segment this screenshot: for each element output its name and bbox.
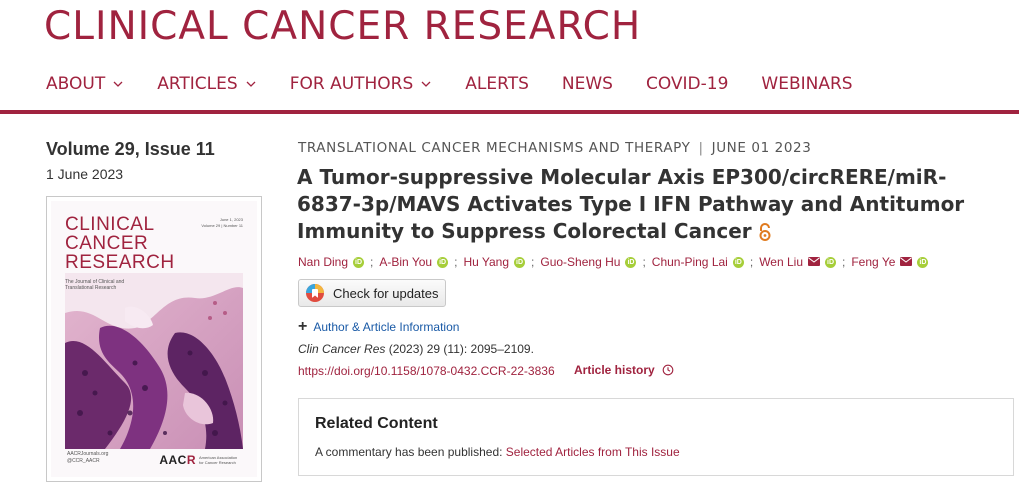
related-content-title: Related Content [315,415,438,432]
article-history-label: Article history [574,363,655,377]
issue-volume[interactable]: Volume 29, Issue 11 [46,139,215,160]
nav-item-covid-19[interactable]: COVID-19 [646,74,728,94]
cover-title: CLINICAL CANCER RESEARCH [65,215,175,272]
author-link[interactable]: Feng Ye iD [851,255,929,269]
history-clock-icon [662,364,674,376]
nav-item-label: ABOUT [46,74,106,94]
author-name: Chun-Ping Lai [651,255,728,269]
nav-item-label: FOR AUTHORS [289,74,414,94]
nav-item-label: ARTICLES [157,74,238,94]
check-for-updates-button[interactable]: Check for updates [298,279,446,307]
cover-footer-handle: @CCR_AACR [67,458,100,464]
nav-item-webinars[interactable]: WEBINARS [761,74,852,94]
nav-item-news[interactable]: NEWS [562,74,613,94]
author-name: A-Bin You [379,255,433,269]
header-divider [0,110,1019,114]
plus-icon: + [298,318,308,335]
cover-footer-url: AACRJournals.org [67,451,109,457]
orcid-icon[interactable]: iD [353,256,365,268]
cover-meta: June 1, 2023 Volume 29 | Number 11 [201,217,243,229]
orcid-icon[interactable]: iD [825,256,836,268]
article-section-line: TRANSLATIONAL CANCER MECHANISMS AND THER… [298,140,811,156]
cover-histology-image [65,273,243,449]
article-pub-date: JUNE 01 2023 [711,140,812,156]
nav-item-alerts[interactable]: ALERTS [465,74,529,94]
nav-item-label: ALERTS [465,74,529,94]
article-section[interactable]: TRANSLATIONAL CANCER MECHANISMS AND THER… [298,140,690,156]
article-history-button[interactable]: Article history [574,363,674,377]
author-link[interactable]: Hu Yang iD [463,255,526,269]
section-separator: | [698,140,704,156]
nav-item-articles[interactable]: ARTICLES [157,74,256,94]
author-name: Hu Yang [463,255,510,269]
cover-title-line: CANCER [65,233,149,254]
issue-cover-image[interactable]: CLINICAL CANCER RESEARCH June 1, 2023 Vo… [46,196,262,482]
related-content-text: A commentary has been published: Selecte… [315,445,680,459]
aacr-logo-mark: AACR [159,453,196,467]
author-separator: ; [749,255,754,269]
author-separator: ; [642,255,646,269]
cover-footer: AACRJournals.org @CCR_AACR [67,451,108,465]
related-content-box: Related Content A commentary has been pu… [298,398,1014,476]
aacr-logo-org: American Association for Cancer Research [199,455,238,465]
author-article-info-toggle[interactable]: + Author & Article Information [298,318,460,335]
article-title-text: A Tumor-suppressive Molecular Axis EP300… [297,165,965,243]
author-article-info-label: Author & Article Information [313,320,460,334]
related-content-link[interactable]: Selected Articles from This Issue [506,445,680,459]
author-separator: ; [531,255,535,269]
author-link[interactable]: A-Bin You iD [379,255,449,269]
check-for-updates-label: Check for updates [333,285,439,301]
author-name: Guo-Sheng Hu [540,255,621,269]
author-name: Wen Liu [759,255,803,269]
author-separator: ; [842,255,846,269]
nav-item-about[interactable]: ABOUT [46,74,124,94]
author-separator: ; [370,255,374,269]
chevron-down-icon [112,78,124,90]
main-nav: ABOUT ARTICLES FOR AUTHORS ALERTS NEWS COVID-… [46,74,886,94]
nav-item-label: COVID-19 [645,74,729,94]
cover-title-line: CLINICAL [65,214,155,235]
cover-inner: CLINICAL CANCER RESEARCH June 1, 2023 Vo… [51,201,257,477]
cover-subtitle: The Journal of Clinical and Translationa… [65,279,125,291]
author-name: Nan Ding [298,255,349,269]
journal-title[interactable]: CLINICAL CANCER RESEARCH [44,4,641,49]
citation-details: (2023) 29 (11): 2095–2109. [385,342,534,356]
orcid-icon[interactable]: iD [514,256,526,268]
cover-title-line: RESEARCH [65,252,175,273]
nav-item-for-authors[interactable]: FOR AUTHORS [290,74,433,94]
author-link[interactable]: Nan Ding iD [298,255,365,269]
citation: Clin Cancer Res (2023) 29 (11): 2095–210… [298,342,534,356]
envelope-icon[interactable] [900,255,913,269]
author-link[interactable]: Wen Liu iD [759,255,836,269]
author-name: Feng Ye [851,255,896,269]
nav-item-label: NEWS [561,74,613,94]
open-lock-icon [758,221,772,248]
author-list: Nan Ding iD; A-Bin You iD; Hu Yang iD; Guo-She… [298,255,929,269]
chevron-down-icon [420,78,432,90]
issue-date: 1 June 2023 [46,166,124,182]
orcid-icon[interactable]: iD [437,256,449,268]
crossmark-icon [306,284,324,302]
orcid-icon[interactable]: iD [917,256,929,268]
article-title: A Tumor-suppressive Molecular Axis EP300… [297,164,997,248]
orcid-icon[interactable]: iD [732,256,744,268]
cover-volume: Volume 29 | Number 11 [201,223,243,228]
chevron-down-icon [245,78,257,90]
author-link[interactable]: Chun-Ping Lai iD [652,255,744,269]
citation-journal: Clin Cancer Res [298,342,386,356]
nav-item-label: WEBINARS [761,74,853,94]
doi-link[interactable]: https://doi.org/10.1158/1078-0432.CCR-22… [298,364,555,378]
related-content-prefix: A commentary has been published: [315,445,506,459]
author-link[interactable]: Guo-Sheng Hu iD [540,255,637,269]
aacr-logo: AACR American Association for Cancer Res… [159,453,243,467]
orcid-icon[interactable]: iD [625,256,637,268]
envelope-icon[interactable] [808,255,820,269]
author-separator: ; [454,255,458,269]
